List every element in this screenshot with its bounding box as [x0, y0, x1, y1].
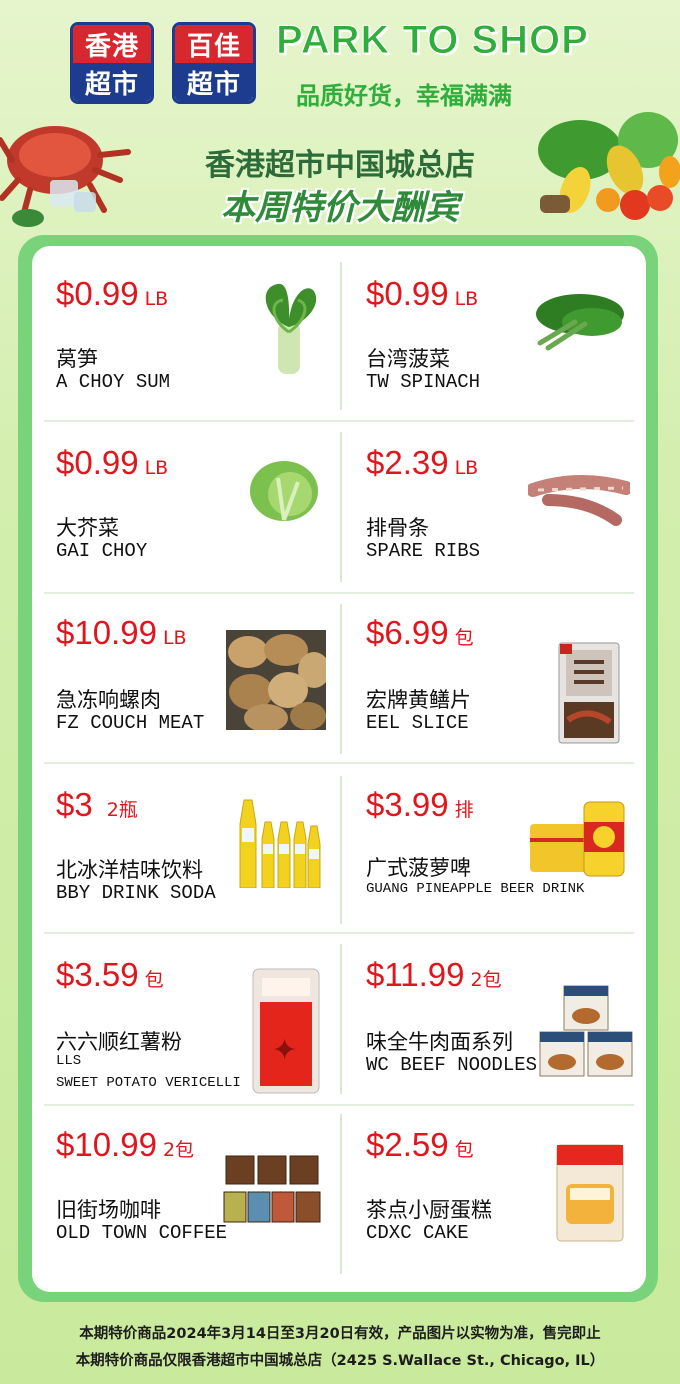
price-tag: $6.99 包 — [366, 614, 474, 652]
conch-meat-icon — [226, 630, 326, 730]
footer-store-address: 本期特价商品仅限香港超市中国城总店（2425 S.Wallace St., Ch… — [75, 1353, 605, 1369]
product-name-cn: 莴笋 — [56, 347, 98, 371]
price-amount: $10.99 — [56, 614, 157, 651]
price-tag: $0.99 LB — [56, 275, 168, 313]
headline: 本周特价大酬宾 — [221, 188, 459, 228]
product-name-en: SPARE RIBS — [366, 540, 481, 562]
product-name-en: BBY DRINK SODA — [56, 882, 216, 904]
price-amount: $3.59 — [56, 956, 139, 993]
column-divider — [340, 432, 342, 582]
price-amount: $10.99 — [56, 1126, 157, 1163]
price-tag: $2.59 包 — [366, 1126, 474, 1164]
product-name-cn: 北冰洋桔味饮料 — [56, 858, 203, 882]
price-amount: $2.59 — [366, 1126, 449, 1163]
soda-bottles-icon — [239, 799, 321, 888]
footer-validity: 本期特价商品2024年3月14日至3月20日有效，产品图片以实物为准，售完即止 — [79, 1326, 601, 1342]
price-tag: $0.99 LB — [366, 275, 478, 313]
product-name-cn: 台湾菠菜 — [366, 347, 450, 371]
product-name-cn: 味全牛肉面系列 — [366, 1030, 513, 1054]
price-amount: $0.99 — [366, 275, 449, 312]
logo-text-top: 香港 — [73, 25, 151, 63]
product-name-cn: 旧街场咖啡 — [56, 1198, 161, 1222]
product-name-en: EEL SLICE — [366, 712, 469, 734]
beer-cans-icon — [530, 801, 625, 877]
slogan: 品质好货，幸福满满 — [296, 82, 512, 110]
column-divider — [340, 776, 342, 924]
price-tag: $0.99 LB — [56, 444, 168, 482]
price-amount: $3.99 — [366, 786, 449, 823]
product-name-cn: 宏牌黄鳝片 — [366, 688, 471, 712]
price-tag: $10.99 2包 — [56, 1126, 194, 1164]
ribs-icon — [528, 475, 630, 526]
brand-title: PARK TO SHOP — [276, 18, 589, 63]
product-name-en-line2: SWEET POTATO VERICELLI — [56, 1075, 241, 1091]
product-name-en: GUANG PINEAPPLE BEER DRINK — [366, 881, 585, 897]
hk-supermarket-logo: 香港 超市 — [70, 22, 154, 104]
product-name-en: FZ COUCH MEAT — [56, 712, 205, 734]
price-unit: LB — [162, 627, 187, 649]
price-unit: 包 — [454, 627, 474, 649]
price-unit: LB — [454, 288, 479, 310]
column-divider — [340, 944, 342, 1094]
product-name-cn: 茶点小厨蛋糕 — [366, 1198, 492, 1222]
coffee-boxes-icon — [223, 1155, 321, 1223]
mustard-green-icon — [250, 461, 318, 521]
product-name-cn: 急冻响螺肉 — [56, 688, 161, 712]
header: 香港 超市 百佳 超市 PARK TO SHOP 品质好货，幸福满满 香港超市中… — [0, 0, 680, 235]
svg-text:✦: ✦ — [272, 1033, 297, 1068]
price-tag: $11.99 2包 — [366, 956, 502, 994]
price-amount: $2.39 — [366, 444, 449, 481]
noodle-bag-icon: ✦ — [252, 968, 320, 1094]
product-name-en: LLS — [56, 1053, 82, 1069]
logo-text-bottom: 超市 — [175, 63, 253, 101]
price-unit: 2包 — [470, 969, 502, 991]
price-unit: LB — [454, 457, 479, 479]
product-name-en: WC BEEF NOODLES — [366, 1054, 538, 1076]
product-name-cn: 六六顺红薯粉 — [56, 1030, 182, 1054]
store-name: 香港超市中国城总店 — [205, 148, 475, 183]
price-amount: $6.99 — [366, 614, 449, 651]
price-amount: $3 — [56, 786, 93, 823]
price-amount: $0.99 — [56, 444, 139, 481]
price-tag: $2.39 LB — [366, 444, 478, 482]
column-divider — [340, 262, 342, 410]
price-unit: 包 — [144, 969, 164, 991]
noodle-boxes-icon — [539, 985, 633, 1077]
eel-package-icon — [558, 642, 620, 744]
column-divider — [340, 604, 342, 754]
column-divider — [340, 1114, 342, 1274]
product-name-en: TW SPINACH — [366, 371, 481, 393]
spinach-icon — [536, 294, 624, 351]
product-name-en: GAI CHOY — [56, 540, 148, 562]
product-name-cn: 排骨条 — [366, 516, 429, 540]
product-name-en: CDXC CAKE — [366, 1222, 469, 1244]
parknshop-logo: 百佳 超市 — [172, 22, 256, 104]
lettuce-stem-icon — [265, 283, 317, 374]
price-unit: LB — [144, 288, 169, 310]
price-amount: $0.99 — [56, 275, 139, 312]
cake-package-icon — [556, 1144, 624, 1242]
price-amount: $11.99 — [366, 956, 465, 993]
product-name-cn: 广式菠萝啤 — [366, 856, 471, 880]
price-tag: $3.59 包 — [56, 956, 164, 994]
product-name-cn: 大芥菜 — [56, 516, 119, 540]
logo-text-bottom: 超市 — [73, 63, 151, 101]
price-unit: LB — [144, 457, 169, 479]
logo-text-top: 百佳 — [175, 25, 253, 63]
price-unit: 包 — [454, 1139, 474, 1161]
price-unit: 排 — [454, 799, 474, 821]
price-unit: 2包 — [162, 1139, 195, 1161]
price-tag: $10.99 LB — [56, 614, 187, 652]
price-unit: 2瓶 — [106, 799, 138, 821]
product-name-en: OLD TOWN COFFEE — [56, 1222, 228, 1244]
product-name-en: A CHOY SUM — [56, 371, 171, 393]
price-tag: $3.99 排 — [366, 786, 474, 824]
price-tag: $3 2瓶 — [56, 786, 138, 824]
